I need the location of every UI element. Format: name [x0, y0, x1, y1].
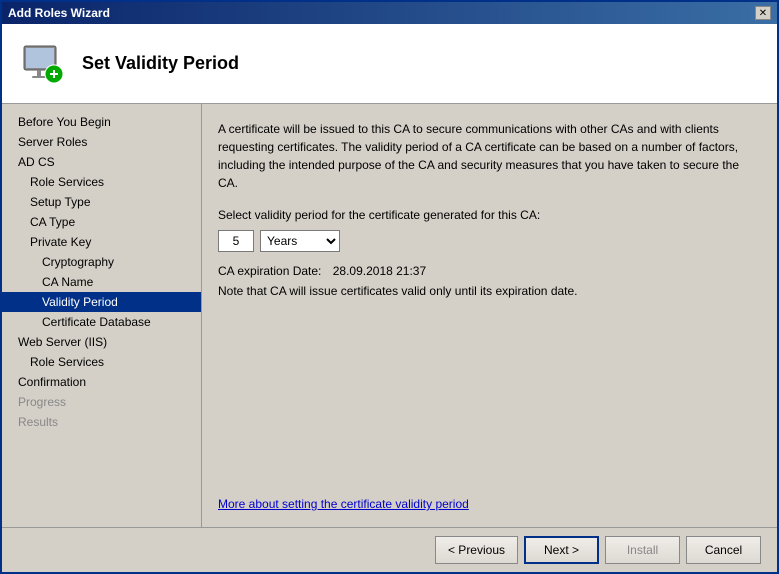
sidebar-item-ca-type[interactable]: CA Type	[2, 212, 201, 232]
sidebar-item-validity-period[interactable]: Validity Period	[2, 292, 201, 312]
sidebar-item-progress: Progress	[2, 392, 201, 412]
expiration-date: 28.09.2018 21:37	[333, 264, 426, 278]
expiration-label: CA expiration Date:	[218, 264, 321, 278]
close-button[interactable]: ✕	[755, 6, 771, 20]
footer: < Previous Next > Install Cancel	[2, 527, 777, 572]
validity-section: Select validity period for the certifica…	[218, 208, 761, 252]
validity-select-label: Select validity period for the certifica…	[218, 208, 761, 222]
sidebar-item-ca-name[interactable]: CA Name	[2, 272, 201, 292]
note-text: Note that CA will issue certificates val…	[218, 284, 761, 298]
validity-number-input[interactable]	[218, 230, 254, 252]
page-title: Set Validity Period	[82, 53, 239, 74]
next-button[interactable]: Next >	[524, 536, 599, 564]
content-area: Before You Begin Server Roles AD CS Role…	[2, 104, 777, 527]
sidebar-item-certificate-database[interactable]: Certificate Database	[2, 312, 201, 332]
header-section: Set Validity Period	[2, 24, 777, 104]
sidebar-item-server-roles[interactable]: Server Roles	[2, 132, 201, 152]
sidebar-item-adcs[interactable]: AD CS	[2, 152, 201, 172]
sidebar-item-setup-type[interactable]: Setup Type	[2, 192, 201, 212]
validity-link[interactable]: More about setting the certificate valid…	[218, 497, 469, 511]
title-bar: Add Roles Wizard ✕	[2, 2, 777, 24]
main-panel: A certificate will be issued to this CA …	[202, 104, 777, 527]
ca-icon	[20, 42, 64, 86]
window-body: Set Validity Period Before You Begin Ser…	[2, 24, 777, 572]
previous-button[interactable]: < Previous	[435, 536, 518, 564]
install-button: Install	[605, 536, 680, 564]
expiration-line: CA expiration Date: 28.09.2018 21:37	[218, 264, 761, 278]
validity-unit-select[interactable]: Years Months Weeks Days	[260, 230, 340, 252]
description-text: A certificate will be issued to this CA …	[218, 120, 761, 192]
sidebar-item-role-services[interactable]: Role Services	[2, 172, 201, 192]
main-window: Add Roles Wizard ✕ Set Valid	[0, 0, 779, 574]
sidebar-item-private-key[interactable]: Private Key	[2, 232, 201, 252]
cancel-button[interactable]: Cancel	[686, 536, 761, 564]
window-title: Add Roles Wizard	[8, 6, 110, 20]
sidebar-item-web-server-iis[interactable]: Web Server (IIS)	[2, 332, 201, 352]
sidebar-item-confirmation[interactable]: Confirmation	[2, 372, 201, 392]
sidebar: Before You Begin Server Roles AD CS Role…	[2, 104, 202, 527]
header-icon	[18, 40, 66, 88]
more-info-link[interactable]: More about setting the certificate valid…	[218, 497, 761, 511]
sidebar-item-role-services-iis[interactable]: Role Services	[2, 352, 201, 372]
sidebar-item-results: Results	[2, 412, 201, 432]
spacer	[218, 314, 761, 497]
sidebar-item-before-you-begin[interactable]: Before You Begin	[2, 112, 201, 132]
sidebar-item-cryptography[interactable]: Cryptography	[2, 252, 201, 272]
validity-controls: Years Months Weeks Days	[218, 230, 761, 252]
